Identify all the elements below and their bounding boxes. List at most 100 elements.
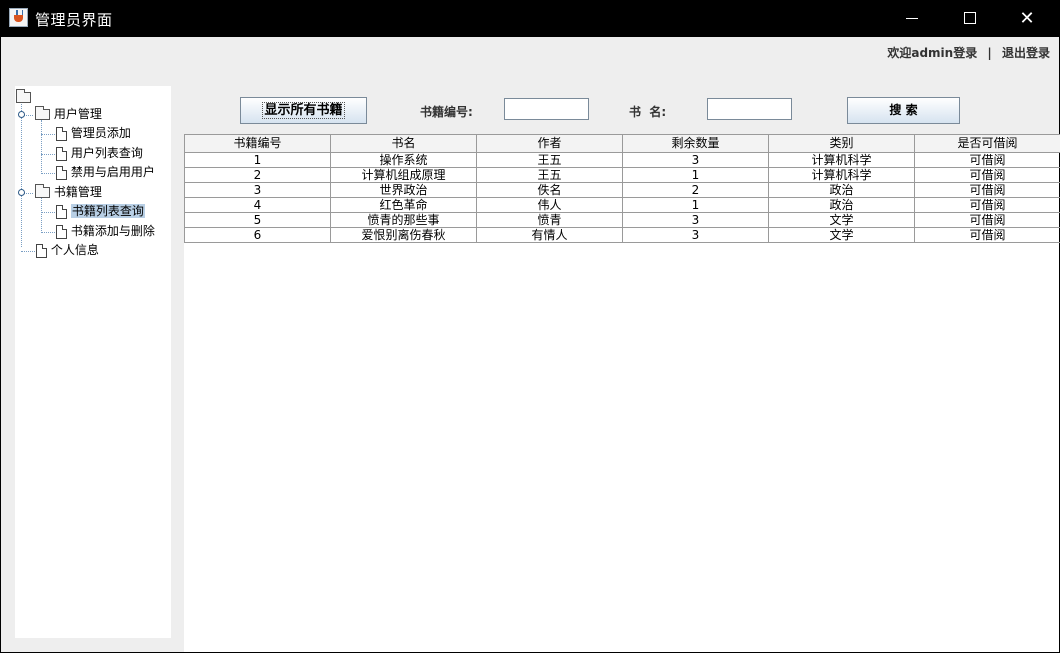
minimize-button[interactable] [889, 0, 935, 37]
column-header-title[interactable]: 书名 [330, 134, 477, 153]
table-cell: 1 [622, 167, 769, 183]
table-cell: 1 [622, 197, 769, 213]
table-cell: 4 [184, 197, 331, 213]
tree-connector [41, 154, 55, 155]
tree-item-book-add-delete[interactable]: 书籍添加与删除 [56, 223, 155, 239]
maximize-icon [964, 12, 976, 24]
minimize-icon [906, 18, 918, 19]
table-cell: 愤青的那些事 [330, 212, 477, 228]
tree-group-user-management[interactable]: 用户管理 [35, 106, 102, 122]
table-row[interactable]: 6 爱恨别离伤春秋 有情人 3 文学 可借阅 [184, 227, 1060, 243]
title-bar: 管理员界面 ✕ [0, 0, 1060, 37]
tree-group-label: 书籍管理 [53, 185, 102, 199]
table-cell: 3 [622, 152, 769, 168]
file-icon [56, 165, 67, 180]
book-id-label: 书籍编号: [420, 105, 473, 119]
file-icon [56, 204, 67, 219]
navigation-tree: 用户管理 管理员添加 用户列表查询 禁用与启用用户 书籍管理 书籍列表查询 书籍… [15, 86, 171, 638]
window-title: 管理员界面 [35, 11, 113, 29]
table-row[interactable]: 5 愤青的那些事 愤青 3 文学 可借阅 [184, 212, 1060, 228]
table-row[interactable]: 2 计算机组成原理 王五 1 计算机科学 可借阅 [184, 167, 1060, 183]
books-table-area: 书籍编号 书名 作者 剩余数量 类别 是否可借阅 1 操作系统 王五 3 计算机 [184, 134, 1060, 652]
column-header-book-id[interactable]: 书籍编号 [184, 134, 331, 153]
tree-connector [41, 232, 55, 233]
table-cell: 愤青 [476, 212, 623, 228]
table-cell: 6 [184, 227, 331, 243]
tree-item-personal-info[interactable]: 个人信息 [36, 242, 99, 258]
table-cell: 可借阅 [914, 197, 1060, 213]
tree-item-label: 个人信息 [50, 243, 99, 257]
tree-group-label: 用户管理 [53, 107, 102, 121]
expand-toggle-icon[interactable] [18, 111, 25, 118]
table-cell: 可借阅 [914, 212, 1060, 228]
column-header-category[interactable]: 类别 [768, 134, 915, 153]
tree-connector [21, 100, 22, 247]
table-cell: 计算机科学 [768, 167, 915, 183]
tree-item-label-selected: 书籍列表查询 [70, 204, 145, 218]
book-name-label: 书 名: [629, 105, 667, 119]
table-cell: 政治 [768, 197, 915, 213]
table-cell: 可借阅 [914, 152, 1060, 168]
tree-connector [21, 251, 35, 252]
table-row[interactable]: 1 操作系统 王五 3 计算机科学 可借阅 [184, 152, 1060, 168]
table-cell: 佚名 [476, 182, 623, 198]
welcome-text: 欢迎admin登录 [887, 46, 978, 60]
tree-item-enable-disable-user[interactable]: 禁用与启用用户 [56, 164, 155, 180]
logout-link[interactable]: 退出登录 [1002, 46, 1050, 60]
tree-item-book-list[interactable]: 书籍列表查询 [56, 203, 145, 219]
book-id-input[interactable] [504, 98, 589, 120]
table-cell: 有情人 [476, 227, 623, 243]
table-cell: 政治 [768, 182, 915, 198]
tree-connector [41, 120, 42, 172]
link-separator: | [987, 46, 992, 60]
table-row[interactable]: 3 世界政治 佚名 2 政治 可借阅 [184, 182, 1060, 198]
table-cell: 可借阅 [914, 167, 1060, 183]
book-name-input[interactable] [707, 98, 792, 120]
folder-open-icon [35, 184, 50, 198]
table-cell: 3 [622, 227, 769, 243]
tree-connector [41, 212, 55, 213]
tree-item-label: 管理员添加 [70, 126, 131, 140]
tree-connector [41, 134, 55, 135]
column-header-remaining[interactable]: 剩余数量 [622, 134, 769, 153]
tree-item-label: 用户列表查询 [70, 146, 143, 160]
java-cup-icon [9, 8, 28, 27]
tree-group-book-management[interactable]: 书籍管理 [35, 184, 102, 200]
admin-window: 管理员界面 ✕ 欢迎admin登录 | 退出登录 用户管理 管理员添加 用户列表… [0, 0, 1060, 653]
table-cell: 3 [184, 182, 331, 198]
column-header-author[interactable]: 作者 [476, 134, 623, 153]
table-cell: 可借阅 [914, 182, 1060, 198]
search-button[interactable]: 搜 索 [847, 97, 960, 124]
file-icon [56, 126, 67, 141]
table-cell: 操作系统 [330, 152, 477, 168]
expand-toggle-icon[interactable] [18, 189, 25, 196]
show-all-books-label: 显示所有书籍 [262, 102, 345, 119]
tree-item-label: 书籍添加与删除 [70, 224, 155, 238]
tree-item-user-list[interactable]: 用户列表查询 [56, 145, 143, 161]
tree-connector [41, 198, 42, 231]
table-cell: 爱恨别离伤春秋 [330, 227, 477, 243]
table-cell: 红色革命 [330, 197, 477, 213]
table-cell: 文学 [768, 212, 915, 228]
close-icon: ✕ [1019, 8, 1035, 29]
close-button[interactable]: ✕ [1004, 0, 1050, 37]
table-cell: 2 [184, 167, 331, 183]
table-cell: 可借阅 [914, 227, 1060, 243]
tree-item-label: 禁用与启用用户 [70, 165, 155, 179]
books-table: 书籍编号 书名 作者 剩余数量 类别 是否可借阅 1 操作系统 王五 3 计算机 [184, 134, 1060, 243]
column-header-borrowable[interactable]: 是否可借阅 [914, 134, 1060, 153]
table-cell: 王五 [476, 152, 623, 168]
table-cell: 伟人 [476, 197, 623, 213]
tree-item-admin-add[interactable]: 管理员添加 [56, 125, 131, 141]
table-cell: 计算机科学 [768, 152, 915, 168]
table-cell: 计算机组成原理 [330, 167, 477, 183]
table-row[interactable]: 4 红色革命 伟人 1 政治 可借阅 [184, 197, 1060, 213]
maximize-button[interactable] [946, 0, 992, 37]
table-cell: 3 [622, 212, 769, 228]
show-all-books-button[interactable]: 显示所有书籍 [240, 97, 367, 124]
file-icon [56, 146, 67, 161]
table-cell: 2 [622, 182, 769, 198]
folder-open-icon [35, 106, 50, 120]
tree-root[interactable] [16, 89, 31, 105]
file-icon [56, 224, 67, 239]
